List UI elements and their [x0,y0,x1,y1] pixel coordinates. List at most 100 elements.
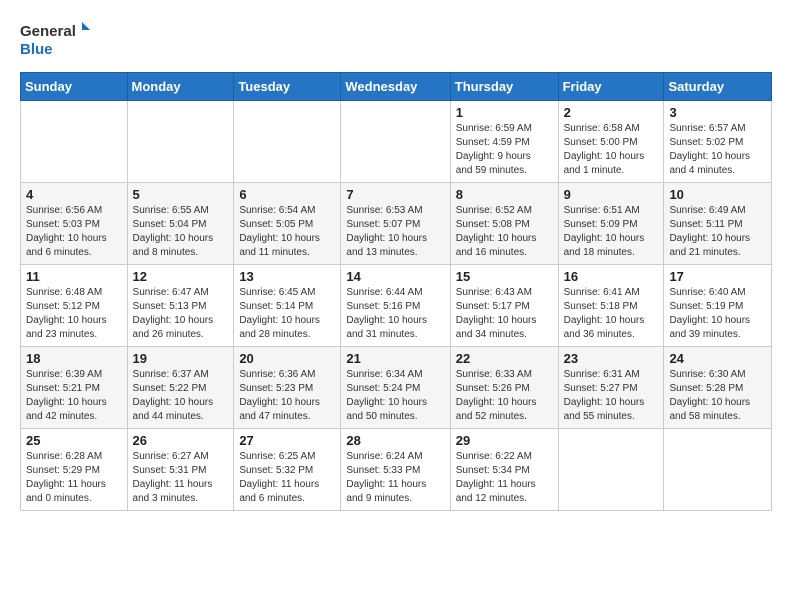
day-info: Sunrise: 6:59 AM Sunset: 4:59 PM Dayligh… [456,122,553,178]
calendar-cell [341,101,450,183]
weekday-header-thursday: Thursday [450,73,558,101]
day-number: 18 [26,351,122,366]
logo: General Blue [20,16,90,60]
calendar-cell: 5Sunrise: 6:55 AM Sunset: 5:04 PM Daylig… [127,183,234,265]
calendar-cell: 6Sunrise: 6:54 AM Sunset: 5:05 PM Daylig… [234,183,341,265]
day-number: 16 [564,269,659,284]
day-number: 1 [456,105,553,120]
weekday-header-friday: Friday [558,73,664,101]
calendar-cell: 20 Sunrise: 6:36 AM Sunset: 5:23 PM Dayli… [234,347,341,429]
calendar-header-row: SundayMondayTuesdayWednesdayThursdayFrid… [21,73,772,101]
calendar-cell: 22Sunrise: 6:33 AM Sunset: 5:26 PM Dayli… [450,347,558,429]
calendar-cell: 27 Sunrise: 6:25 AM Sunset: 5:32 PM Dayli… [234,429,341,511]
day-info: Sunrise: 6:25 AM Sunset: 5:32 PM Dayligh… [239,450,335,506]
day-info: Sunrise: 6:56 AM Sunset: 5:03 PM Dayligh… [26,204,122,260]
day-info: Sunrise: 6:57 AM Sunset: 5:02 PM Dayligh… [669,122,766,178]
calendar-cell: 19 Sunrise: 6:37 AM Sunset: 5:22 PM Dayli… [127,347,234,429]
day-info: Sunrise: 6:52 AM Sunset: 5:08 PM Dayligh… [456,204,553,260]
calendar-table: SundayMondayTuesdayWednesdayThursdayFrid… [20,72,772,511]
calendar-cell [558,429,664,511]
day-number: 19 [133,351,229,366]
weekday-header-wednesday: Wednesday [341,73,450,101]
weekday-header-tuesday: Tuesday [234,73,341,101]
day-info: Sunrise: 6:44 AM Sunset: 5:16 PM Dayligh… [346,286,444,342]
day-number: 21 [346,351,444,366]
day-info: Sunrise: 6:28 AM Sunset: 5:29 PM Dayligh… [26,450,122,506]
calendar-cell: 14 Sunrise: 6:44 AM Sunset: 5:16 PM Dayli… [341,265,450,347]
day-number: 29 [456,433,553,448]
day-number: 12 [133,269,229,284]
svg-text:Blue: Blue [20,41,53,58]
day-number: 4 [26,187,122,202]
day-info: Sunrise: 6:48 AM Sunset: 5:12 PM Dayligh… [26,286,122,342]
calendar-cell: 1 Sunrise: 6:59 AM Sunset: 4:59 PM Daylig… [450,101,558,183]
calendar-cell: 29 Sunrise: 6:22 AM Sunset: 5:34 PM Dayli… [450,429,558,511]
day-info: Sunrise: 6:22 AM Sunset: 5:34 PM Dayligh… [456,450,553,506]
calendar-cell: 24 Sunrise: 6:30 AM Sunset: 5:28 PM Dayli… [664,347,772,429]
page-header: General Blue [20,16,772,64]
day-number: 17 [669,269,766,284]
calendar-cell: 2 Sunrise: 6:58 AM Sunset: 5:00 PM Daylig… [558,101,664,183]
day-info: Sunrise: 6:40 AM Sunset: 5:19 PM Dayligh… [669,286,766,342]
day-number: 25 [26,433,122,448]
day-number: 22 [456,351,553,366]
calendar-cell: 23 Sunrise: 6:31 AM Sunset: 5:27 PM Dayli… [558,347,664,429]
calendar-cell: 18Sunrise: 6:39 AM Sunset: 5:21 PM Dayli… [21,347,128,429]
calendar-week-row: 11 Sunrise: 6:48 AM Sunset: 5:12 PM Dayli… [21,265,772,347]
day-info: Sunrise: 6:30 AM Sunset: 5:28 PM Dayligh… [669,368,766,424]
weekday-header-saturday: Saturday [664,73,772,101]
weekday-header-monday: Monday [127,73,234,101]
day-info: Sunrise: 6:27 AM Sunset: 5:31 PM Dayligh… [133,450,229,506]
day-number: 23 [564,351,659,366]
calendar-cell: 4 Sunrise: 6:56 AM Sunset: 5:03 PM Daylig… [21,183,128,265]
day-info: Sunrise: 6:43 AM Sunset: 5:17 PM Dayligh… [456,286,553,342]
calendar-cell: 8Sunrise: 6:52 AM Sunset: 5:08 PM Daylig… [450,183,558,265]
calendar-cell: 25 Sunrise: 6:28 AM Sunset: 5:29 PM Dayli… [21,429,128,511]
day-number: 13 [239,269,335,284]
day-number: 2 [564,105,659,120]
day-number: 26 [133,433,229,448]
calendar-cell: 28Sunrise: 6:24 AM Sunset: 5:33 PM Dayli… [341,429,450,511]
day-number: 10 [669,187,766,202]
calendar-week-row: 1 Sunrise: 6:59 AM Sunset: 4:59 PM Daylig… [21,101,772,183]
calendar-cell: 9 Sunrise: 6:51 AM Sunset: 5:09 PM Daylig… [558,183,664,265]
day-number: 14 [346,269,444,284]
day-number: 7 [346,187,444,202]
calendar-cell: 11 Sunrise: 6:48 AM Sunset: 5:12 PM Dayli… [21,265,128,347]
day-number: 9 [564,187,659,202]
day-number: 27 [239,433,335,448]
calendar-cell: 13 Sunrise: 6:45 AM Sunset: 5:14 PM Dayli… [234,265,341,347]
calendar-week-row: 25 Sunrise: 6:28 AM Sunset: 5:29 PM Dayli… [21,429,772,511]
day-number: 20 [239,351,335,366]
calendar-cell: 7 Sunrise: 6:53 AM Sunset: 5:07 PM Daylig… [341,183,450,265]
day-info: Sunrise: 6:31 AM Sunset: 5:27 PM Dayligh… [564,368,659,424]
day-info: Sunrise: 6:54 AM Sunset: 5:05 PM Dayligh… [239,204,335,260]
logo-svg: General Blue [20,16,90,60]
day-info: Sunrise: 6:36 AM Sunset: 5:23 PM Dayligh… [239,368,335,424]
day-info: Sunrise: 6:53 AM Sunset: 5:07 PM Dayligh… [346,204,444,260]
calendar-cell: 15 Sunrise: 6:43 AM Sunset: 5:17 PM Dayli… [450,265,558,347]
calendar-cell [234,101,341,183]
day-number: 24 [669,351,766,366]
day-info: Sunrise: 6:51 AM Sunset: 5:09 PM Dayligh… [564,204,659,260]
calendar-cell [21,101,128,183]
day-number: 28 [346,433,444,448]
day-number: 15 [456,269,553,284]
day-number: 5 [133,187,229,202]
calendar-cell: 12Sunrise: 6:47 AM Sunset: 5:13 PM Dayli… [127,265,234,347]
calendar-cell: 10Sunrise: 6:49 AM Sunset: 5:11 PM Dayli… [664,183,772,265]
day-number: 3 [669,105,766,120]
day-info: Sunrise: 6:37 AM Sunset: 5:22 PM Dayligh… [133,368,229,424]
day-number: 11 [26,269,122,284]
day-info: Sunrise: 6:34 AM Sunset: 5:24 PM Dayligh… [346,368,444,424]
day-info: Sunrise: 6:58 AM Sunset: 5:00 PM Dayligh… [564,122,659,178]
svg-text:General: General [20,23,76,40]
calendar-cell: 17 Sunrise: 6:40 AM Sunset: 5:19 PM Dayli… [664,265,772,347]
day-info: Sunrise: 6:41 AM Sunset: 5:18 PM Dayligh… [564,286,659,342]
calendar-cell: 21 Sunrise: 6:34 AM Sunset: 5:24 PM Dayli… [341,347,450,429]
calendar-week-row: 4 Sunrise: 6:56 AM Sunset: 5:03 PM Daylig… [21,183,772,265]
calendar-cell: 26 Sunrise: 6:27 AM Sunset: 5:31 PM Dayli… [127,429,234,511]
calendar-cell [664,429,772,511]
calendar-week-row: 18Sunrise: 6:39 AM Sunset: 5:21 PM Dayli… [21,347,772,429]
day-info: Sunrise: 6:45 AM Sunset: 5:14 PM Dayligh… [239,286,335,342]
